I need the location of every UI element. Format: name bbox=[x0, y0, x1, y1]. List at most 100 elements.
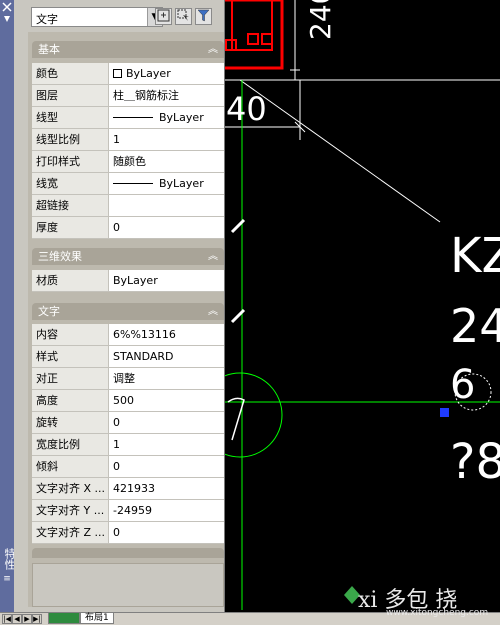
property-label: 样式 bbox=[32, 346, 109, 367]
property-label: 线型 bbox=[32, 107, 109, 128]
property-value[interactable]: 0 bbox=[113, 412, 223, 433]
property-row[interactable]: 样式 STANDARD bbox=[32, 346, 224, 368]
property-label: 厚度 bbox=[32, 217, 109, 238]
tab-layout1[interactable]: 布局1 bbox=[80, 613, 114, 624]
dim-text-240: 240 bbox=[304, 0, 337, 40]
linetype-preview-icon bbox=[113, 116, 153, 118]
property-label: 图层 bbox=[32, 85, 109, 106]
property-row[interactable]: 文字对齐 X ... 421933 bbox=[32, 478, 224, 500]
label-text-24[interactable]: 24 bbox=[450, 299, 500, 353]
property-label: 宽度比例 bbox=[32, 434, 109, 455]
section-header-text[interactable]: 文字 ︽ bbox=[32, 303, 224, 320]
property-row[interactable]: 文字对齐 Z ... 0 bbox=[32, 522, 224, 544]
property-row[interactable]: 旋转 0 bbox=[32, 412, 224, 434]
object-type-value: 文字 bbox=[36, 13, 58, 26]
section-title-basic: 基本 bbox=[38, 43, 60, 56]
auto-hide-icon[interactable] bbox=[2, 14, 12, 24]
properties-palette: 文字 ▼ 基本 ︽ 颜色ByLayer 图层柱＿钢筋标注 线型ByLayer 线… bbox=[14, 0, 225, 612]
property-value[interactable]: 0 bbox=[113, 522, 223, 543]
property-value[interactable]: ByLayer bbox=[113, 270, 223, 291]
property-value[interactable]: 1 bbox=[113, 434, 223, 455]
property-value[interactable]: STANDARD bbox=[113, 346, 223, 367]
lineweight-preview-icon bbox=[113, 182, 153, 184]
property-value[interactable]: ByLayer bbox=[113, 107, 223, 128]
property-value[interactable] bbox=[113, 195, 223, 216]
palette-drag-handle[interactable] bbox=[0, 40, 14, 570]
first-tab-icon[interactable]: |◀ bbox=[2, 614, 12, 624]
quick-select-icon bbox=[197, 9, 210, 22]
property-label: 线宽 bbox=[32, 173, 109, 194]
collapse-icon[interactable]: ︽ bbox=[208, 248, 218, 265]
property-label: 旋转 bbox=[32, 412, 109, 433]
property-row[interactable]: 高度 500 bbox=[32, 390, 224, 412]
dim-text-40: 40 bbox=[226, 90, 267, 128]
property-value[interactable]: 500 bbox=[113, 390, 223, 411]
property-label: 内容 bbox=[32, 324, 109, 345]
prev-tab-icon[interactable]: ◀ bbox=[12, 614, 22, 624]
property-row[interactable]: 线型比例 1 bbox=[32, 129, 224, 151]
property-value[interactable]: 421933 bbox=[113, 478, 223, 499]
property-value[interactable]: 0 bbox=[113, 217, 223, 238]
object-type-select[interactable]: 文字 ▼ bbox=[31, 7, 163, 27]
label-text-kz[interactable]: KZ bbox=[450, 228, 500, 284]
tab-model[interactable] bbox=[48, 613, 80, 624]
properties-list: 基本 ︽ 颜色 ByLayer 图层 柱＿钢筋标注 线型 ByLayer 线型比例 1 … bbox=[28, 32, 224, 607]
property-value[interactable]: -24959 bbox=[113, 500, 223, 521]
watermark: xi 多包 挠 www.xitongcheng.com bbox=[344, 580, 494, 620]
property-value[interactable]: ByLayer bbox=[113, 173, 223, 194]
property-row[interactable]: 宽度比例 1 bbox=[32, 434, 224, 456]
section-header-3d[interactable]: 三维效果 ︽ bbox=[32, 248, 224, 265]
property-row[interactable]: 材质 ByLayer bbox=[32, 270, 224, 292]
property-value[interactable]: 调整 bbox=[113, 368, 223, 389]
property-row[interactable]: 内容 6%%13116 bbox=[32, 324, 224, 346]
property-label: 高度 bbox=[32, 390, 109, 411]
collapse-icon[interactable]: ︽ bbox=[208, 303, 218, 320]
property-value[interactable]: 1 bbox=[113, 129, 223, 150]
section-header-misc[interactable] bbox=[32, 548, 224, 558]
property-row[interactable]: 线宽 ByLayer bbox=[32, 173, 224, 195]
next-tab-icon[interactable]: ▶ bbox=[22, 614, 32, 624]
property-label: 文字对齐 Z ... bbox=[32, 522, 109, 543]
section-title-3d: 三维效果 bbox=[38, 250, 82, 263]
color-swatch-icon bbox=[113, 68, 122, 78]
palette-menu-icon[interactable]: ≡ bbox=[2, 574, 12, 584]
property-label: 倾斜 bbox=[32, 456, 109, 477]
property-value[interactable]: 6%%13116 bbox=[113, 324, 223, 345]
toggle-pickadd-button[interactable] bbox=[155, 8, 172, 25]
property-row[interactable]: 颜色 ByLayer bbox=[32, 63, 224, 85]
label-text-6[interactable]: 6 bbox=[450, 362, 475, 408]
palette-title-strip[interactable]: ≡ 特性 bbox=[0, 0, 16, 612]
close-icon[interactable] bbox=[2, 2, 12, 12]
label-text-8[interactable]: ?8 bbox=[450, 434, 500, 490]
property-row[interactable]: 超链接 bbox=[32, 195, 224, 217]
property-label: 超链接 bbox=[32, 195, 109, 216]
property-row[interactable]: 厚度 0 bbox=[32, 217, 224, 239]
watermark-url: www.xitongcheng.com bbox=[386, 608, 489, 618]
collapse-icon[interactable]: ︽ bbox=[208, 41, 218, 58]
property-value[interactable]: ByLayer bbox=[113, 63, 223, 84]
pickadd-icon bbox=[157, 9, 170, 22]
section-title-text: 文字 bbox=[38, 305, 60, 318]
property-row[interactable]: 文字对齐 Y ... -24959 bbox=[32, 500, 224, 522]
property-label: 线型比例 bbox=[32, 129, 109, 150]
section-header-basic[interactable]: 基本 ︽ bbox=[32, 41, 224, 58]
property-row[interactable]: 打印样式 随颜色 bbox=[32, 151, 224, 173]
select-objects-button[interactable] bbox=[175, 8, 192, 25]
property-label: 材质 bbox=[32, 270, 109, 291]
select-objects-icon bbox=[177, 9, 189, 21]
quick-select-button[interactable] bbox=[195, 8, 212, 25]
property-row[interactable]: 图层 柱＿钢筋标注 bbox=[32, 85, 224, 107]
property-label: 对正 bbox=[32, 368, 109, 389]
property-row[interactable]: 线型 ByLayer bbox=[32, 107, 224, 129]
property-label: 打印样式 bbox=[32, 151, 109, 172]
last-tab-icon[interactable]: ▶| bbox=[32, 614, 42, 624]
description-panel bbox=[32, 563, 224, 607]
property-row[interactable]: 倾斜 0 bbox=[32, 456, 224, 478]
property-label: 文字对齐 Y ... bbox=[32, 500, 109, 521]
grip-point[interactable] bbox=[440, 408, 449, 417]
property-value[interactable]: 0 bbox=[113, 456, 223, 477]
property-label: 文字对齐 X ... bbox=[32, 478, 109, 499]
property-row[interactable]: 对正 调整 bbox=[32, 368, 224, 390]
property-value[interactable]: 柱＿钢筋标注 bbox=[113, 85, 223, 106]
property-value[interactable]: 随颜色 bbox=[113, 151, 223, 172]
